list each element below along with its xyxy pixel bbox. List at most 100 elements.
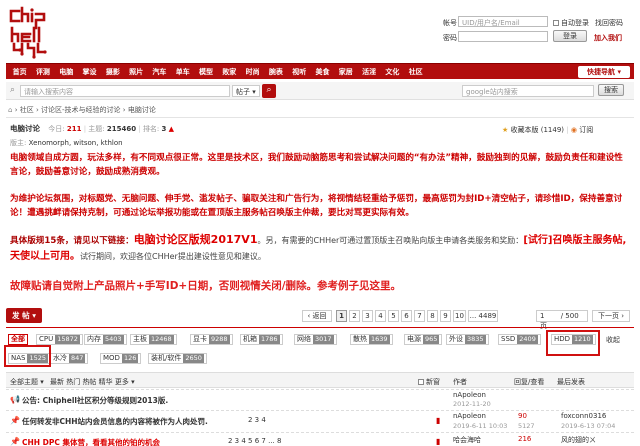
checkbox-icon[interactable] [553, 20, 559, 26]
nav-item[interactable]: 家居 [334, 67, 357, 77]
next-page-button[interactable]: 下一页 › [592, 310, 630, 322]
table-row[interactable]: 📌 CHH DPC 集体营，看看其他的铂的机会 2 3 4 5 6 7 ... … [6, 432, 634, 446]
thread-title[interactable]: CHH DPC 集体营，看看其他的铂的机会 [22, 437, 160, 446]
tag-filter-item[interactable]: 主板 12468 [130, 334, 177, 345]
join-link[interactable]: 加入我们 [594, 33, 622, 43]
thread-author[interactable]: 哈会海哈 [453, 435, 481, 445]
table-row[interactable]: 📢 公告: Chiphell社区积分等级规则2013版. nApoleon 20… [6, 389, 634, 409]
filter-latest[interactable]: 最新 [50, 378, 64, 386]
thread-pages[interactable]: 2 3 4 5 6 7 ... 8 [228, 437, 281, 445]
page-link[interactable]: 4 [375, 310, 386, 322]
nav-item[interactable]: 评测 [31, 67, 54, 77]
post-button[interactable]: 发 帖 ▾ [6, 308, 42, 323]
search-input[interactable]: 请输入搜索内容 [20, 85, 230, 97]
breadcrumb-item[interactable]: 讨论区-技术与经验的讨论 [41, 106, 121, 114]
nav-item[interactable]: 掌设 [78, 67, 101, 77]
thread-date: 2019-6-11 10:03 [453, 422, 508, 430]
tag-filter-item[interactable]: 机箱 1786 [240, 334, 283, 345]
login-button[interactable]: 登录 [553, 30, 587, 42]
page-link[interactable]: 5 [388, 310, 399, 322]
page-link[interactable]: 3 [362, 310, 373, 322]
page-link[interactable]: 6 [401, 310, 412, 322]
last-author[interactable]: foxconn0316 [561, 412, 606, 420]
forum-stats: 电脑讨论 今日: 211 | 主题: 215460 | 排名: 3 ▲ [10, 124, 175, 133]
tag-filter-item[interactable]: 全部 [8, 334, 28, 345]
favorite-button[interactable]: 收藏本版 (1149) [511, 126, 565, 134]
rank-up-icon: ▲ [168, 125, 175, 133]
nav-item[interactable]: 时尚 [241, 67, 264, 77]
chiphell-logo[interactable] [8, 6, 52, 60]
quick-nav-button[interactable]: 快捷导航 ▾ [578, 66, 630, 78]
nav-item[interactable]: 模型 [194, 67, 217, 77]
page-link[interactable]: 9 [440, 310, 451, 322]
auto-login-checkbox[interactable]: 自动登录 [553, 18, 589, 28]
thread-pages[interactable]: 2 3 4 [248, 416, 266, 424]
page-link[interactable]: 2 [349, 310, 360, 322]
nav-item[interactable]: 首页 [8, 67, 31, 77]
forum-actions: ★ 收藏本版 (1149) | ◉ 订阅 [502, 126, 594, 134]
page-link[interactable]: ... 4489 [468, 310, 498, 322]
home-icon[interactable]: ⌂ [8, 106, 12, 114]
page-link[interactable]: 1 [336, 310, 347, 322]
page-link[interactable]: 10 [453, 310, 466, 322]
thread-title[interactable]: 任何转发非CHH站内会员信息的内容将被作为人肉处罚. [22, 416, 208, 427]
nav-item[interactable]: 腕表 [264, 67, 287, 77]
tag-filter-item[interactable]: CPU 15872 [36, 334, 83, 345]
nav-item[interactable]: 美食 [311, 67, 334, 77]
tag-filter-item[interactable]: 外设 3835 [446, 334, 489, 345]
tag-filter-item[interactable]: 显卡 9288 [190, 334, 233, 345]
collapse-tags-link[interactable]: 收起 [604, 336, 622, 347]
page-jump-input[interactable]: 1 [540, 312, 544, 320]
moderators-list[interactable]: Xenomorph, witson, kthlon [29, 139, 123, 147]
nav-item[interactable]: 摄影 [101, 67, 124, 77]
search-type-select[interactable]: 帖子 ▾ [232, 85, 260, 97]
google-search-input[interactable]: google站内搜索 [462, 85, 594, 97]
pin-icon: 📌 [10, 437, 20, 446]
tag-filter-item[interactable]: 装机/软件 2650 [148, 353, 207, 364]
breadcrumb-item[interactable]: 社区 [20, 106, 34, 114]
tag-filter-item[interactable]: SSD 2409 [498, 334, 541, 345]
nav-item[interactable]: 文化 [381, 67, 404, 77]
tag-filter-item[interactable]: 网络 3017 [294, 334, 337, 345]
tag-filter-item[interactable]: 水冷 847 [50, 353, 89, 364]
back-button[interactable]: ‹ 返回 [302, 310, 332, 322]
filter-hot[interactable]: 热门 [66, 378, 80, 386]
page-link[interactable]: 8 [427, 310, 438, 322]
account-input[interactable]: UID/用户名/Email [458, 16, 548, 27]
nav-item[interactable]: 汽车 [148, 67, 171, 77]
filter-all[interactable]: 全部主题 [10, 378, 38, 386]
thread-author[interactable]: nApoleon [453, 412, 486, 420]
search-button[interactable]: ⌕ [262, 84, 276, 98]
filter-digest[interactable]: 精华 [99, 378, 113, 386]
tag-filter-item[interactable]: 电源 965 [404, 334, 443, 345]
table-row[interactable]: 📌 任何转发非CHH站内会员信息的内容将被作为人肉处罚. 2 3 4 ▮ nAp… [6, 410, 634, 431]
breadcrumb-sep: › [35, 106, 39, 114]
tag-filter-item[interactable]: MOD 126 [100, 353, 142, 364]
thread-title[interactable]: 公告: Chiphell社区积分等级规则2013版. [22, 395, 168, 406]
forgot-password-link[interactable]: 找回密码 [595, 18, 623, 28]
google-search-button[interactable]: 搜索 [598, 84, 624, 96]
breadcrumb-item[interactable]: 电脑讨论 [128, 106, 156, 114]
checkbox-icon[interactable] [418, 379, 424, 385]
nav-item[interactable]: 视听 [288, 67, 311, 77]
page-jump[interactable]: 1 / 500 页 [536, 310, 588, 330]
filter-more[interactable]: 更多 [115, 378, 129, 386]
nav-item[interactable]: 活淫 [357, 67, 380, 77]
hot-icon: ▮ [436, 437, 441, 446]
rules-link[interactable]: 电脑讨论区版规2017V1 [134, 233, 258, 246]
nav-item[interactable]: 单车 [171, 67, 194, 77]
moderators: 版主: Xenomorph, witson, kthlon [10, 138, 123, 148]
subscribe-button[interactable]: 订阅 [579, 126, 593, 134]
tag-filter-item[interactable]: 内存 5403 [84, 334, 127, 345]
nav-item[interactable]: 社区 [404, 67, 427, 77]
page-link[interactable]: 7 [414, 310, 425, 322]
password-input[interactable] [458, 31, 548, 42]
tag-filter-item[interactable]: 散热 1639 [350, 334, 393, 345]
last-author[interactable]: 风的翅的ㄨ [561, 435, 596, 445]
nav-item[interactable]: 败家 [218, 67, 241, 77]
thread-author[interactable]: nApoleon [453, 391, 486, 399]
nav-item[interactable]: 照片 [124, 67, 147, 77]
filter-hot-posts[interactable]: 热帖 [82, 378, 96, 386]
nav-item[interactable]: 电脑 [55, 67, 78, 77]
new-window-toggle[interactable]: 新窗 [418, 377, 440, 387]
